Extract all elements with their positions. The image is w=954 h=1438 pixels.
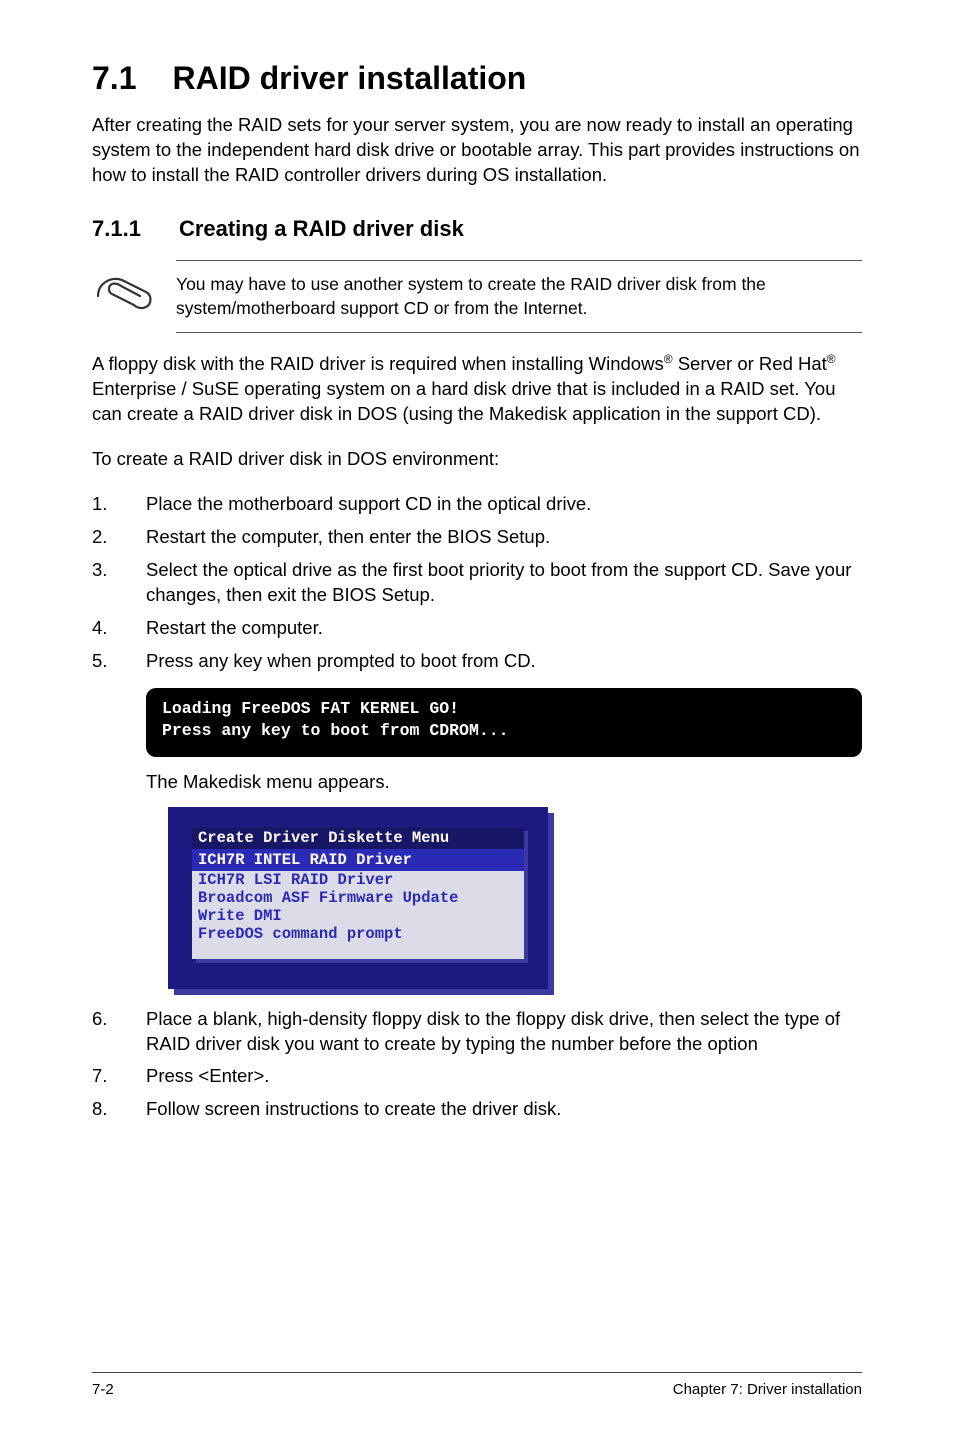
- menu-outer: Create Driver Diskette Menu ICH7R INTEL …: [168, 807, 548, 989]
- note-text: You may have to use another system to cr…: [176, 260, 862, 333]
- registered-mark-icon: ®: [827, 352, 836, 366]
- registered-mark-icon: ®: [664, 352, 673, 366]
- menu-screenshot: Create Driver Diskette Menu ICH7R INTEL …: [168, 807, 862, 989]
- list-item: Place the motherboard support CD in the …: [92, 492, 862, 517]
- list-item: Follow screen instructions to create the…: [92, 1097, 862, 1122]
- list-item: Restart the computer.: [92, 616, 862, 641]
- terminal-output: Loading FreeDOS FAT KERNEL GO! Press any…: [146, 688, 862, 757]
- paragraph-raid-driver: A floppy disk with the RAID driver is re…: [92, 351, 862, 427]
- menu-item: FreeDOS command prompt: [192, 925, 524, 943]
- heading-2-title: Creating a RAID driver disk: [179, 216, 464, 241]
- list-item: Select the optical drive as the first bo…: [92, 558, 862, 608]
- menu-inner: Create Driver Diskette Menu ICH7R INTEL …: [192, 827, 524, 959]
- page-footer: 7-2 Chapter 7: Driver installation: [92, 1372, 862, 1398]
- footer-chapter: Chapter 7: Driver installation: [673, 1381, 862, 1398]
- paperclip-icon: [92, 270, 156, 323]
- heading-1-title: RAID driver installation: [172, 60, 526, 96]
- menu-item: Broadcom ASF Firmware Update: [192, 889, 524, 907]
- heading-2: 7.1.1 Creating a RAID driver disk: [92, 216, 862, 242]
- menu-items: ICH7R LSI RAID Driver Broadcom ASF Firmw…: [192, 871, 524, 959]
- p2-b: Server or Red Hat: [673, 353, 827, 374]
- p2-c: Enterprise / SuSE operating system on a …: [92, 378, 836, 424]
- menu-item: Write DMI: [192, 907, 524, 925]
- heading-2-number: 7.1.1: [92, 216, 141, 242]
- heading-1: 7.1 RAID driver installation: [92, 60, 862, 97]
- list-item: Press any key when prompted to boot from…: [92, 649, 862, 674]
- paragraph-dos-env: To create a RAID driver disk in DOS envi…: [92, 447, 862, 472]
- menu-title: Create Driver Diskette Menu: [192, 827, 524, 849]
- note-block: You may have to use another system to cr…: [92, 260, 862, 333]
- menu-item: ICH7R LSI RAID Driver: [192, 871, 524, 889]
- p2-a: A floppy disk with the RAID driver is re…: [92, 353, 664, 374]
- intro-paragraph: After creating the RAID sets for your se…: [92, 113, 862, 188]
- menu-item-selected: ICH7R INTEL RAID Driver: [192, 849, 524, 871]
- heading-1-number: 7.1: [92, 60, 136, 97]
- steps-list-a: Place the motherboard support CD in the …: [92, 492, 862, 674]
- footer-page-number: 7-2: [92, 1381, 114, 1398]
- list-item: Place a blank, high-density floppy disk …: [92, 1007, 862, 1057]
- list-item: Restart the computer, then enter the BIO…: [92, 525, 862, 550]
- list-item: Press <Enter>.: [92, 1064, 862, 1089]
- makedisk-line: The Makedisk menu appears.: [146, 771, 862, 793]
- page: 7.1 RAID driver installation After creati…: [0, 0, 954, 1438]
- steps-list-b: Place a blank, high-density floppy disk …: [92, 1007, 862, 1123]
